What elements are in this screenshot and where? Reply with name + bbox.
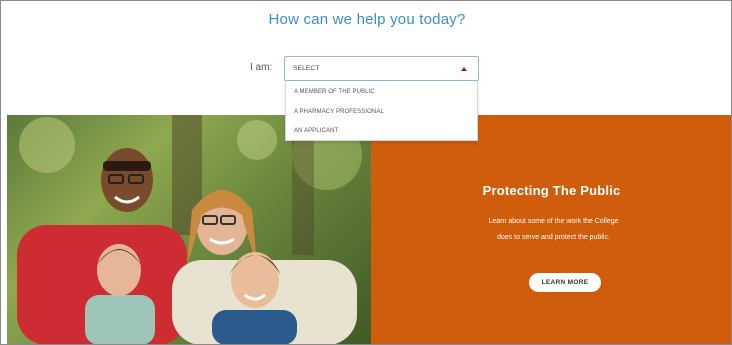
select-value: SELECT: [293, 65, 320, 72]
panel-description: Learn about some of the work the College…: [488, 218, 619, 241]
option-applicant[interactable]: AN APPLICANT: [294, 128, 338, 134]
panel-title: Protecting The Public: [482, 183, 621, 198]
role-select[interactable]: SELECT: [284, 56, 479, 81]
family-photo: [7, 115, 371, 344]
page-title: How can we help you today?: [268, 11, 466, 28]
protecting-public-panel: Protecting The Public Learn about some o…: [371, 115, 731, 344]
option-member-of-public[interactable]: A MEMBER OF THE PUBLIC: [294, 89, 375, 95]
role-dropdown-menu: A MEMBER OF THE PUBLIC A PHARMACY PROFES…: [285, 81, 478, 141]
option-pharmacy-professional[interactable]: A PHARMACY PROFESSIONAL: [294, 109, 384, 115]
iam-label: I am:: [250, 62, 273, 73]
family-photo-illustration: [17, 115, 362, 344]
learn-more-button[interactable]: LEARN MORE: [529, 273, 601, 292]
page-frame: How can we help you today? I am: SELECT …: [0, 0, 732, 345]
caret-up-icon: [461, 67, 467, 71]
